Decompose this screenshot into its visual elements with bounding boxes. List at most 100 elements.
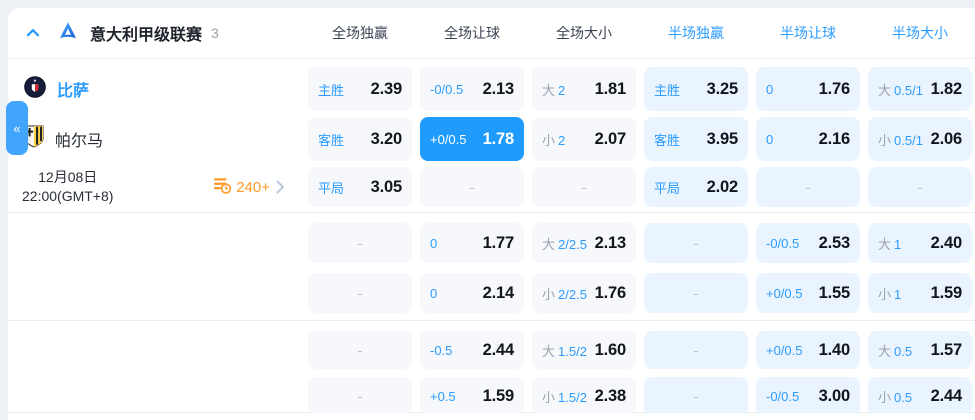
odds-label: -0/0.5: [766, 235, 800, 251]
odds-cell-empty: -: [644, 273, 748, 313]
odds-line: 大: [542, 343, 556, 359]
odds-cell-ft-handicap[interactable]: -0.5 2.44: [420, 331, 524, 369]
odds-line: 大: [542, 236, 556, 252]
odds-cell-ht-handicap[interactable]: -0/0.5 3.00: [756, 377, 860, 415]
odds-cell-ht-handicap-home[interactable]: 0 1.76: [756, 67, 860, 111]
odds-cell-ht-away-win[interactable]: 客胜 3.95: [644, 117, 748, 161]
column-header-ft-handicap: 全场让球: [444, 25, 500, 41]
odds-cell-ft-under[interactable]: 小 2/2.5 1.76: [532, 273, 636, 313]
odds-line: 大: [878, 343, 892, 359]
odds-cell-ft-home-win[interactable]: 主胜 2.39: [308, 67, 412, 111]
match-datetime: 12月08日 22:00(GMT+8): [22, 169, 114, 204]
home-team[interactable]: 比萨: [8, 67, 300, 111]
odds-cell-ft-under[interactable]: 小 1.5/2 2.38: [532, 377, 636, 415]
odds-cell-ft-under[interactable]: 小 2 2.07: [532, 117, 636, 161]
odds-label: 0.5/1: [894, 82, 923, 98]
odds-value: 2.40: [930, 233, 963, 252]
odds-value: 2.02: [706, 177, 739, 196]
odds-label: 0: [766, 131, 774, 147]
odds-cell-ft-handicap[interactable]: 0 1.77: [420, 223, 524, 263]
odds-value: 2.53: [818, 233, 851, 252]
odds-line: 小: [878, 286, 892, 302]
odds-label: 平局: [654, 180, 681, 196]
odds-label: +0/0.5: [430, 131, 467, 147]
odds-value: 1.57: [930, 340, 963, 359]
collapse-sidebar-tab[interactable]: «: [6, 101, 28, 155]
odds-cell-empty: -: [308, 377, 412, 415]
odds-label: 主胜: [318, 82, 345, 98]
odds-cell-ht-handicap-away[interactable]: 0 2.16: [756, 117, 860, 161]
odds-cell-ht-over[interactable]: 大 0.5 1.57: [868, 331, 972, 369]
odds-cell-ht-draw[interactable]: 平局 2.02: [644, 167, 748, 207]
match-main-odds-section: 比萨 主胜 2.39 -0/0.5 2.13 大 2 1.81 主胜 3.25 0 1.76…: [8, 59, 975, 213]
odds-cell-empty: -: [532, 167, 636, 207]
odds-cell-ft-over[interactable]: 大 2 1.81: [532, 67, 636, 111]
alt-odds-row: - 0 1.77 大 2/2.5 2.13 - -0/0.5 2.53 大 1 2.40: [8, 223, 975, 263]
odds-line: 小: [542, 389, 556, 405]
odds-label: 2: [558, 82, 566, 98]
odds-cell-ht-under[interactable]: 小 0.5 2.44: [868, 377, 972, 415]
odds-line: 大: [878, 82, 892, 98]
odds-value: 2.38: [594, 386, 627, 405]
odds-value: 1.82: [930, 79, 963, 98]
odds-cell-ht-handicap[interactable]: +0/0.5 1.55: [756, 273, 860, 313]
odds-label: 1: [894, 236, 902, 252]
chevron-up-icon: [26, 29, 40, 37]
odds-label: 2/2.5: [558, 286, 587, 302]
alt-odds-row: - -0.5 2.44 大 1.5/2 1.60 - +0/0.5 1.40 大 0.5 1…: [8, 331, 975, 369]
alt-odds-row: - 0 2.14 小 2/2.5 1.76 - +0/0.5 1.55 小 1 1.59: [8, 273, 975, 313]
column-header-ft-overunder: 全场大小: [556, 25, 612, 41]
odds-cell-ht-handicap[interactable]: +0/0.5 1.40: [756, 331, 860, 369]
odds-cell-ft-over[interactable]: 大 2/2.5 2.13: [532, 223, 636, 263]
odds-value: 3.00: [818, 386, 851, 405]
odds-label: -0/0.5: [430, 81, 464, 97]
odds-cell-ft-handicap-home[interactable]: -0/0.5 2.13: [420, 67, 524, 111]
column-header-ht-1x2: 半场独赢: [668, 25, 724, 41]
odds-line: 大: [878, 236, 892, 252]
odds-cell-ft-handicap[interactable]: 0 2.14: [420, 273, 524, 313]
odds-label: 2/2.5: [558, 236, 587, 252]
odds-cell-empty: -: [308, 273, 412, 313]
odds-value: 2.14: [482, 283, 515, 302]
odds-label: 客胜: [318, 132, 345, 148]
odds-cell-ht-handicap[interactable]: -0/0.5 2.53: [756, 223, 860, 263]
home-team-logo-icon: [24, 75, 46, 103]
league-header-row: 意大利甲级联赛 3 全场独赢 全场让球 全场大小 半场独赢 半场让球 半场大小: [8, 8, 975, 59]
odds-cell-ht-under[interactable]: 小 0.5/1 2.06: [868, 117, 972, 161]
odds-cell-ft-handicap[interactable]: +0.5 1.59: [420, 377, 524, 415]
away-team[interactable]: 帕尔马: [8, 117, 300, 161]
more-markets-link[interactable]: 240+: [212, 175, 285, 200]
odds-label: 0: [766, 81, 774, 97]
serie-a-logo-icon: [58, 21, 78, 46]
alt-lines-section-2: - -0.5 2.44 大 1.5/2 1.60 - +0/0.5 1.40 大 0.5 1…: [8, 321, 975, 415]
odds-cell-empty: -: [868, 167, 972, 207]
odds-label: 0: [430, 235, 438, 251]
odds-label: 主胜: [654, 82, 681, 98]
odds-cell-empty: -: [308, 331, 412, 369]
odds-cell-ht-over[interactable]: 大 1 2.40: [868, 223, 972, 263]
odds-line: 小: [542, 286, 556, 302]
odds-value: 2.13: [594, 233, 627, 252]
odds-page: « 意大利甲级联赛 3 全场独赢 全场让球 全场大小 半场独赢 半场让球 半场大…: [0, 0, 975, 420]
odds-line: 小: [542, 132, 556, 148]
odds-label: 1: [894, 286, 902, 302]
odds-cell-ft-away-win[interactable]: 客胜 3.20: [308, 117, 412, 161]
column-header-ht-overunder: 半场大小: [892, 25, 948, 41]
odds-value: 2.44: [930, 386, 963, 405]
odds-value: 1.77: [482, 233, 515, 252]
odds-cell-ft-handicap-away-selected[interactable]: +0/0.5 1.78: [420, 117, 524, 161]
odds-value: 1.40: [818, 340, 851, 359]
odds-cell-ht-home-win[interactable]: 主胜 3.25: [644, 67, 748, 111]
odds-value: 2.16: [818, 129, 851, 148]
odds-label: 0.5/1: [894, 132, 923, 148]
draw-odds-row: 12月08日 22:00(GMT+8) 240+ 平局 3.05 - - 平局 …: [8, 167, 975, 207]
collapse-league-button[interactable]: [22, 22, 44, 44]
odds-label: -0/0.5: [766, 388, 800, 404]
column-header-ht-handicap: 半场让球: [780, 25, 836, 41]
odds-cell-ht-under[interactable]: 小 1 1.59: [868, 273, 972, 313]
odds-cell-ft-draw[interactable]: 平局 3.05: [308, 167, 412, 207]
odds-cell-ht-over[interactable]: 大 0.5/1 1.82: [868, 67, 972, 111]
odds-line: 大: [542, 82, 556, 98]
odds-cell-ft-over[interactable]: 大 1.5/2 1.60: [532, 331, 636, 369]
odds-value: 2.44: [482, 340, 515, 359]
